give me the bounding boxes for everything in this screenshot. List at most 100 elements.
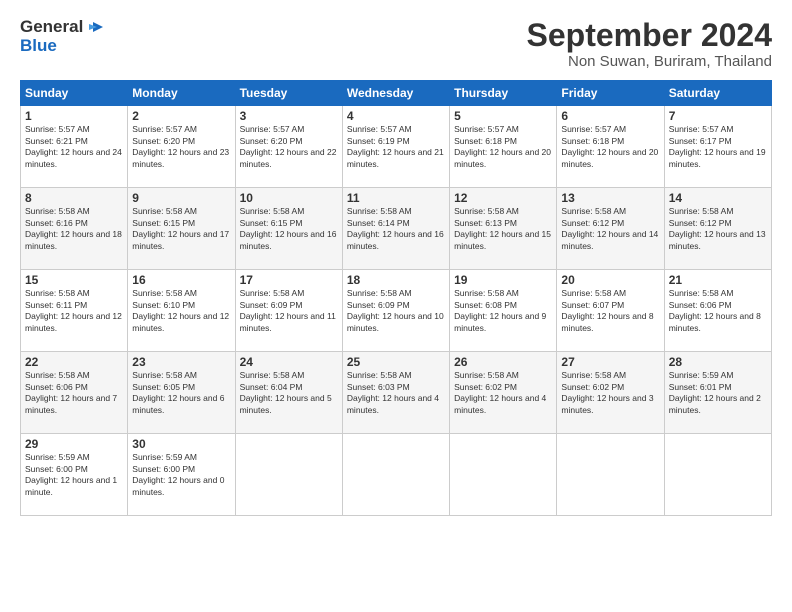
calendar-subtitle: Non Suwan, Buriram, Thailand: [527, 53, 772, 70]
col-friday: Friday: [557, 81, 664, 106]
day-number: 5: [454, 109, 552, 123]
logo-blue: Blue: [20, 37, 103, 56]
calendar-week-row: 15 Sunrise: 5:58 AM Sunset: 6:11 PM Dayl…: [21, 270, 772, 352]
calendar-week-row: 29 Sunrise: 5:59 AM Sunset: 6:00 PM Dayl…: [21, 434, 772, 516]
day-number: 11: [347, 191, 445, 205]
day-detail: Sunrise: 5:58 AM Sunset: 6:11 PM Dayligh…: [25, 288, 123, 334]
col-monday: Monday: [128, 81, 235, 106]
table-row: 13 Sunrise: 5:58 AM Sunset: 6:12 PM Dayl…: [557, 188, 664, 270]
col-wednesday: Wednesday: [342, 81, 449, 106]
day-detail: Sunrise: 5:59 AM Sunset: 6:00 PM Dayligh…: [132, 452, 230, 498]
day-number: 29: [25, 437, 123, 451]
col-sunday: Sunday: [21, 81, 128, 106]
day-number: 13: [561, 191, 659, 205]
table-row: 23 Sunrise: 5:58 AM Sunset: 6:05 PM Dayl…: [128, 352, 235, 434]
day-detail: Sunrise: 5:59 AM Sunset: 6:01 PM Dayligh…: [669, 370, 767, 416]
page: General Blue September 2024 Non Suwan, B…: [0, 0, 792, 612]
title-block: September 2024 Non Suwan, Buriram, Thail…: [527, 18, 772, 70]
day-detail: Sunrise: 5:58 AM Sunset: 6:12 PM Dayligh…: [561, 206, 659, 252]
calendar-week-row: 1 Sunrise: 5:57 AM Sunset: 6:21 PM Dayli…: [21, 106, 772, 188]
table-row: 7 Sunrise: 5:57 AM Sunset: 6:17 PM Dayli…: [664, 106, 771, 188]
day-detail: Sunrise: 5:58 AM Sunset: 6:09 PM Dayligh…: [347, 288, 445, 334]
table-row: [664, 434, 771, 516]
day-detail: Sunrise: 5:58 AM Sunset: 6:02 PM Dayligh…: [454, 370, 552, 416]
logo: General Blue: [20, 18, 103, 55]
day-detail: Sunrise: 5:58 AM Sunset: 6:08 PM Dayligh…: [454, 288, 552, 334]
day-number: 21: [669, 273, 767, 287]
day-number: 22: [25, 355, 123, 369]
table-row: 14 Sunrise: 5:58 AM Sunset: 6:12 PM Dayl…: [664, 188, 771, 270]
day-detail: Sunrise: 5:57 AM Sunset: 6:18 PM Dayligh…: [561, 124, 659, 170]
day-detail: Sunrise: 5:58 AM Sunset: 6:06 PM Dayligh…: [25, 370, 123, 416]
calendar-week-row: 8 Sunrise: 5:58 AM Sunset: 6:16 PM Dayli…: [21, 188, 772, 270]
table-row: 5 Sunrise: 5:57 AM Sunset: 6:18 PM Dayli…: [450, 106, 557, 188]
table-row: 25 Sunrise: 5:58 AM Sunset: 6:03 PM Dayl…: [342, 352, 449, 434]
day-detail: Sunrise: 5:58 AM Sunset: 6:16 PM Dayligh…: [25, 206, 123, 252]
day-detail: Sunrise: 5:57 AM Sunset: 6:19 PM Dayligh…: [347, 124, 445, 170]
table-row: [557, 434, 664, 516]
day-detail: Sunrise: 5:57 AM Sunset: 6:20 PM Dayligh…: [132, 124, 230, 170]
day-number: 23: [132, 355, 230, 369]
table-row: 24 Sunrise: 5:58 AM Sunset: 6:04 PM Dayl…: [235, 352, 342, 434]
day-detail: Sunrise: 5:57 AM Sunset: 6:18 PM Dayligh…: [454, 124, 552, 170]
day-detail: Sunrise: 5:58 AM Sunset: 6:03 PM Dayligh…: [347, 370, 445, 416]
table-row: [450, 434, 557, 516]
table-row: 6 Sunrise: 5:57 AM Sunset: 6:18 PM Dayli…: [557, 106, 664, 188]
day-detail: Sunrise: 5:58 AM Sunset: 6:12 PM Dayligh…: [669, 206, 767, 252]
table-row: 1 Sunrise: 5:57 AM Sunset: 6:21 PM Dayli…: [21, 106, 128, 188]
day-number: 19: [454, 273, 552, 287]
day-number: 27: [561, 355, 659, 369]
table-row: 9 Sunrise: 5:58 AM Sunset: 6:15 PM Dayli…: [128, 188, 235, 270]
day-number: 2: [132, 109, 230, 123]
day-detail: Sunrise: 5:57 AM Sunset: 6:20 PM Dayligh…: [240, 124, 338, 170]
table-row: 21 Sunrise: 5:58 AM Sunset: 6:06 PM Dayl…: [664, 270, 771, 352]
table-row: 29 Sunrise: 5:59 AM Sunset: 6:00 PM Dayl…: [21, 434, 128, 516]
logo-general: General: [20, 18, 83, 37]
table-row: 4 Sunrise: 5:57 AM Sunset: 6:19 PM Dayli…: [342, 106, 449, 188]
calendar-week-row: 22 Sunrise: 5:58 AM Sunset: 6:06 PM Dayl…: [21, 352, 772, 434]
col-saturday: Saturday: [664, 81, 771, 106]
header-row: Sunday Monday Tuesday Wednesday Thursday…: [21, 81, 772, 106]
day-number: 10: [240, 191, 338, 205]
table-row: 20 Sunrise: 5:58 AM Sunset: 6:07 PM Dayl…: [557, 270, 664, 352]
logo-bird-icon: [85, 18, 103, 36]
day-detail: Sunrise: 5:58 AM Sunset: 6:06 PM Dayligh…: [669, 288, 767, 334]
day-detail: Sunrise: 5:58 AM Sunset: 6:09 PM Dayligh…: [240, 288, 338, 334]
day-number: 14: [669, 191, 767, 205]
day-detail: Sunrise: 5:58 AM Sunset: 6:07 PM Dayligh…: [561, 288, 659, 334]
table-row: 10 Sunrise: 5:58 AM Sunset: 6:15 PM Dayl…: [235, 188, 342, 270]
day-detail: Sunrise: 5:58 AM Sunset: 6:15 PM Dayligh…: [240, 206, 338, 252]
col-tuesday: Tuesday: [235, 81, 342, 106]
header: General Blue September 2024 Non Suwan, B…: [20, 18, 772, 70]
table-row: 22 Sunrise: 5:58 AM Sunset: 6:06 PM Dayl…: [21, 352, 128, 434]
table-row: 26 Sunrise: 5:58 AM Sunset: 6:02 PM Dayl…: [450, 352, 557, 434]
table-row: 12 Sunrise: 5:58 AM Sunset: 6:13 PM Dayl…: [450, 188, 557, 270]
day-number: 17: [240, 273, 338, 287]
day-number: 24: [240, 355, 338, 369]
day-number: 26: [454, 355, 552, 369]
table-row: [235, 434, 342, 516]
day-detail: Sunrise: 5:58 AM Sunset: 6:15 PM Dayligh…: [132, 206, 230, 252]
table-row: 16 Sunrise: 5:58 AM Sunset: 6:10 PM Dayl…: [128, 270, 235, 352]
table-row: 27 Sunrise: 5:58 AM Sunset: 6:02 PM Dayl…: [557, 352, 664, 434]
day-detail: Sunrise: 5:58 AM Sunset: 6:14 PM Dayligh…: [347, 206, 445, 252]
day-number: 18: [347, 273, 445, 287]
table-row: 19 Sunrise: 5:58 AM Sunset: 6:08 PM Dayl…: [450, 270, 557, 352]
day-number: 8: [25, 191, 123, 205]
col-thursday: Thursday: [450, 81, 557, 106]
day-detail: Sunrise: 5:58 AM Sunset: 6:10 PM Dayligh…: [132, 288, 230, 334]
table-row: 11 Sunrise: 5:58 AM Sunset: 6:14 PM Dayl…: [342, 188, 449, 270]
table-row: 15 Sunrise: 5:58 AM Sunset: 6:11 PM Dayl…: [21, 270, 128, 352]
day-detail: Sunrise: 5:57 AM Sunset: 6:21 PM Dayligh…: [25, 124, 123, 170]
day-number: 16: [132, 273, 230, 287]
table-row: 3 Sunrise: 5:57 AM Sunset: 6:20 PM Dayli…: [235, 106, 342, 188]
day-number: 1: [25, 109, 123, 123]
day-number: 6: [561, 109, 659, 123]
day-number: 7: [669, 109, 767, 123]
day-number: 15: [25, 273, 123, 287]
table-row: [342, 434, 449, 516]
day-number: 30: [132, 437, 230, 451]
day-detail: Sunrise: 5:57 AM Sunset: 6:17 PM Dayligh…: [669, 124, 767, 170]
day-detail: Sunrise: 5:58 AM Sunset: 6:04 PM Dayligh…: [240, 370, 338, 416]
calendar-table: Sunday Monday Tuesday Wednesday Thursday…: [20, 80, 772, 516]
